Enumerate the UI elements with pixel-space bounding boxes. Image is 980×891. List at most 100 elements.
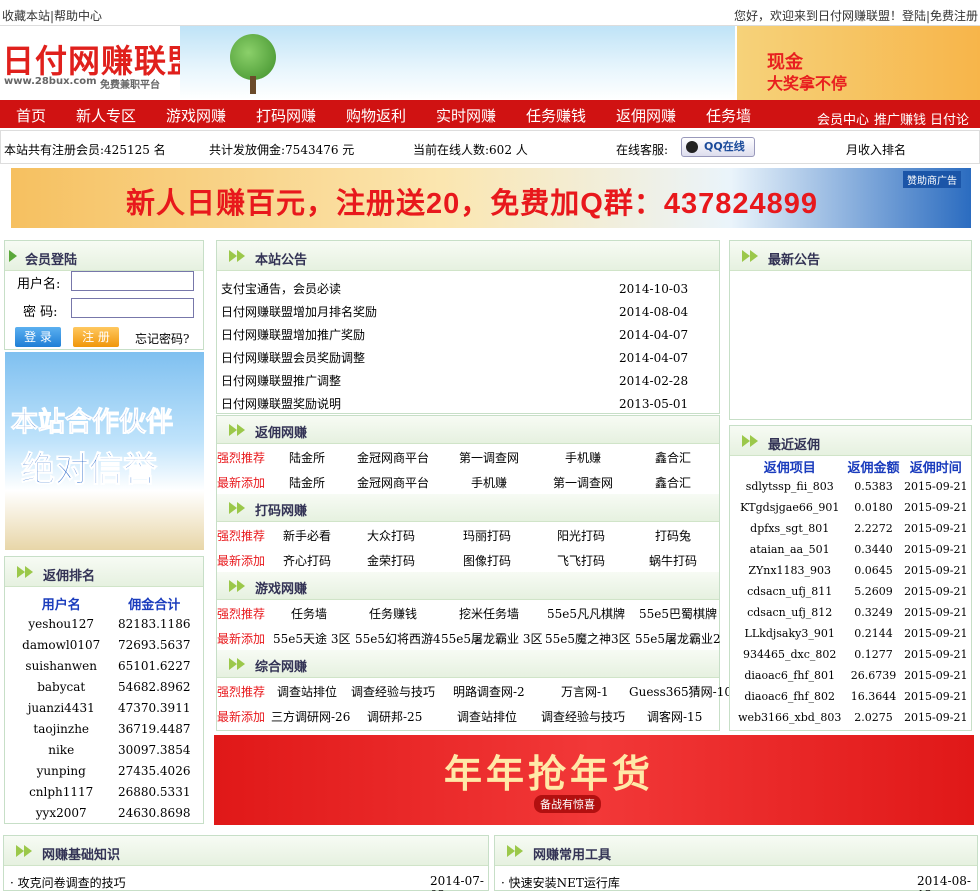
arrow-icon <box>229 502 247 514</box>
nav-item-taskwall[interactable]: 任务墙 <box>706 105 751 126</box>
table-row: yunping 27435.4026 <box>36 763 191 778</box>
cat-link[interactable]: 调研邦-25 <box>367 708 422 725</box>
cat-link[interactable]: 55e5魔之神3区 <box>545 630 631 647</box>
header-promo-banner[interactable]: 现金 大奖拿不停 <box>737 26 980 100</box>
logo-slogan: 免费兼职平台 <box>100 80 160 91</box>
monthly-rank-link[interactable]: 月收入排名 <box>846 141 906 158</box>
table-row: cdsacn_ufj_811 5.2609 2015-09-21 <box>747 585 968 598</box>
tools-header: 网赚常用工具 <box>495 836 977 866</box>
nav-item-home[interactable]: 首页 <box>16 105 46 126</box>
cat-link[interactable]: 陆金所 <box>289 449 325 466</box>
newyear-banner-sub: 备战有惊喜 <box>534 795 601 813</box>
cat-link[interactable]: 第一调查网 <box>459 449 519 466</box>
register-button[interactable]: 注 册 <box>73 327 119 347</box>
cat-link[interactable]: 万言网-1 <box>561 683 609 700</box>
logo-url: www.28bux.com <box>4 76 97 87</box>
partner-ad[interactable]: 本站合作伙伴 绝对信誉 <box>5 352 204 550</box>
cat-link[interactable]: 齐心打码 <box>283 552 331 569</box>
password-input[interactable] <box>71 298 194 318</box>
tools-panel: 网赚常用工具 · 快速安装NET运行库 2014-08-12 <box>494 835 978 891</box>
cat-link[interactable]: 调查经验与技巧 <box>541 708 625 725</box>
nav-item-realtime[interactable]: 实时网赚 <box>436 105 496 126</box>
list-item[interactable]: 日付网赚联盟增加月排名奖励 2014-08-04 <box>221 300 711 323</box>
forgot-password-link[interactable]: 忘记密码? <box>135 330 189 347</box>
category-panel: 返佣网赚 强烈推荐 陆金所 金冠网商平台 第一调查网 手机赚 鑫合汇 最新添加 … <box>216 415 732 731</box>
cat-link[interactable]: 打码兔 <box>655 527 691 544</box>
nav-link-member[interactable]: 会员中心 <box>817 109 869 128</box>
cat-header-game: 游戏网赚 <box>217 572 719 600</box>
stat-service-label: 在线客服: <box>616 143 669 157</box>
cat-link[interactable]: Guess365猜网-10 <box>629 683 732 700</box>
cat-link[interactable]: 手机赚 <box>471 474 507 491</box>
table-row: sdlytssp_fii_803 0.5383 2015-09-21 <box>745 480 968 493</box>
arrow-icon <box>742 250 760 262</box>
qq-online-button[interactable]: QQ在线 <box>681 137 755 157</box>
table-row: dpfxs_sgt_801 2.2272 2015-09-21 <box>750 522 968 535</box>
cat-link[interactable]: 55e5巴蜀棋牌 <box>639 605 717 622</box>
cat-link[interactable]: 55e5屠龙霸业 3区 <box>441 630 542 647</box>
cat-link[interactable]: 55e5天途 3区 <box>273 630 350 647</box>
cat-link[interactable]: 任务赚钱 <box>369 605 417 622</box>
list-item[interactable]: 日付网赚联盟奖励说明 2013-05-01 <box>221 392 711 415</box>
cat-link[interactable]: 第一调查网 <box>553 474 613 491</box>
cat-link[interactable]: 图像打码 <box>463 552 511 569</box>
arrow-icon <box>229 424 247 436</box>
cat-row-strong: 强烈推荐 新手必看 大众打码 玛丽打码 阳光打码 打码兔 <box>217 527 692 544</box>
cat-link[interactable]: 55e5屠龙霸业2 <box>635 630 721 647</box>
cat-row-new: 最新添加 陆金所 金冠网商平台 手机赚 第一调查网 鑫合汇 <box>217 474 692 491</box>
cat-link[interactable]: 挖米任务墙 <box>459 605 519 622</box>
nav-item-newbie[interactable]: 新人专区 <box>76 105 136 126</box>
cat-link[interactable]: 55e5幻将西游4 <box>355 630 441 647</box>
login-button[interactable]: 登 录 <box>15 327 61 347</box>
rebate-col-amount: 返佣金额 <box>847 460 900 476</box>
rebate-col-project: 返佣项目 <box>763 460 816 476</box>
kb-item[interactable]: · 攻克问卷调查的技巧 <box>10 874 126 891</box>
notice-title: 本站公告 <box>255 253 308 268</box>
cat-link[interactable]: 调客网-15 <box>647 708 702 725</box>
qq-icon <box>686 141 698 153</box>
cat-link[interactable]: 55e5凡凡棋牌 <box>547 605 625 622</box>
cat-link[interactable]: 大众打码 <box>367 527 415 544</box>
cat-link[interactable]: 鑫合汇 <box>655 449 691 466</box>
cat-link[interactable]: 金荣打码 <box>367 552 415 569</box>
tools-item[interactable]: · 快速安装NET运行库 <box>501 874 620 891</box>
cat-link[interactable]: 三方调研网-26 <box>271 708 350 725</box>
cat-link[interactable]: 玛丽打码 <box>463 527 511 544</box>
cat-link[interactable]: 调查经验与技巧 <box>351 683 435 700</box>
cat-link[interactable]: 新手必看 <box>283 527 331 544</box>
ad-banner-top[interactable]: 新人日赚百元，注册送20，免费加Q群：437824899 赞助商广告 <box>11 168 971 228</box>
rebate-ranking-panel: 返佣排名 用户名 佣金合计 yeshou127 82183.1186 damowl0… <box>4 556 204 824</box>
list-item[interactable]: 日付网赚联盟增加推广奖励 2014-04-07 <box>221 323 711 346</box>
cat-link[interactable]: 蜗牛打码 <box>649 552 697 569</box>
username-input[interactable] <box>71 271 194 291</box>
cat-link[interactable]: 飞飞打码 <box>557 552 605 569</box>
nav-link-promote[interactable]: 推广赚钱 <box>874 109 926 128</box>
cat-link[interactable]: 金冠网商平台 <box>357 474 429 491</box>
top-bar-right-links[interactable]: 您好，欢迎来到日付网赚联盟！登陆|免费注册 <box>734 7 978 24</box>
list-item[interactable]: 支付宝通告，会员必读 2014-10-03 <box>221 277 711 300</box>
nav-item-captcha[interactable]: 打码网赚 <box>256 105 316 126</box>
table-row: LLkdjsaky3_901 0.2144 2015-09-21 <box>744 627 968 640</box>
table-row: web3166_xbd_803 2.0275 2015-09-21 <box>738 711 968 724</box>
nav-item-task[interactable]: 任务赚钱 <box>526 105 586 126</box>
cat-link[interactable]: 阳光打码 <box>557 527 605 544</box>
nav-item-game[interactable]: 游戏网赚 <box>166 105 226 126</box>
cat-link[interactable]: 调查站排位 <box>457 708 517 725</box>
list-item[interactable]: 日付网赚联盟推广调整 2014-02-28 <box>221 369 711 392</box>
table-row: babycat 54682.8962 <box>37 679 191 694</box>
kb-title: 网赚基础知识 <box>42 848 121 863</box>
cat-link[interactable]: 鑫合汇 <box>655 474 691 491</box>
cat-link[interactable]: 手机赚 <box>565 449 601 466</box>
top-bar-left-links[interactable]: 收藏本站|帮助中心 <box>2 7 102 24</box>
table-row: nike 30097.3854 <box>48 742 191 757</box>
nav-item-rebate[interactable]: 返佣网赚 <box>616 105 676 126</box>
nav-item-shopping[interactable]: 购物返利 <box>346 105 406 126</box>
cat-link[interactable]: 陆金所 <box>289 474 325 491</box>
list-item[interactable]: 日付网赚联盟会员奖励调整 2014-04-07 <box>221 346 711 369</box>
latest-notice-panel: 最新公告 <box>729 240 972 420</box>
cat-link[interactable]: 明路调查网-2 <box>453 683 525 700</box>
cat-link[interactable]: 调查站排位 <box>277 683 337 700</box>
cat-link[interactable]: 金冠网商平台 <box>357 449 429 466</box>
ad-banner-newyear[interactable]: 年年抢年货 备战有惊喜 <box>214 735 974 825</box>
cat-link[interactable]: 任务墙 <box>291 605 327 622</box>
